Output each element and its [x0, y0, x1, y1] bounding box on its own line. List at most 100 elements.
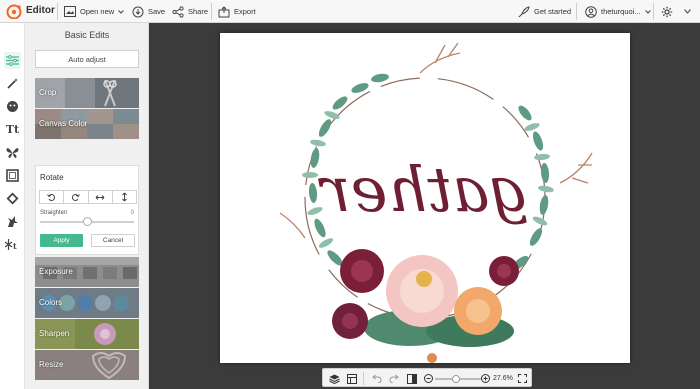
frames-tool[interactable] — [4, 167, 21, 184]
canvas-color-tile[interactable]: Canvas Color — [35, 109, 139, 139]
artboard[interactable]: gather — [220, 33, 630, 363]
app-name: Editor — [26, 5, 55, 16]
flip-vertical-icon — [122, 192, 127, 202]
seasonal-tool[interactable] — [4, 213, 21, 230]
cancel-button[interactable]: Cancel — [91, 234, 135, 247]
app-logo-icon[interactable] — [6, 4, 22, 21]
panel-title: Basic Edits — [64, 30, 110, 40]
get-started-button[interactable]: Get started — [518, 0, 571, 23]
image-open-icon — [64, 6, 76, 17]
flip-vertical-button[interactable] — [111, 190, 137, 204]
save-label: Save — [148, 7, 166, 16]
basic-edits-panel: Basic Edits Auto adjust Crop Canvas Colo… — [25, 23, 149, 389]
grid-button[interactable] — [343, 369, 361, 388]
rotate-button-group — [39, 190, 137, 204]
layers-button[interactable] — [325, 369, 343, 388]
flip-horizontal-icon — [95, 194, 105, 200]
zoom-out-button[interactable] — [422, 369, 434, 388]
frame-icon — [6, 169, 19, 182]
text-tool[interactable]: Tt — [4, 121, 21, 138]
straighten-slider-handle[interactable] — [82, 217, 92, 226]
account-menu[interactable]: theturquoi... — [585, 0, 651, 23]
sharpen-label: Sharpen — [39, 329, 70, 338]
zoom-slider[interactable] — [435, 375, 481, 383]
undo-button[interactable] — [367, 369, 385, 388]
canvas-color-label: Canvas Color — [39, 119, 88, 128]
graphics-tool[interactable] — [4, 144, 21, 161]
zoom-slider-handle[interactable] — [451, 375, 460, 383]
zoom-in-icon — [480, 374, 490, 383]
touch-up-tool[interactable] — [4, 98, 21, 115]
exposure-tile[interactable]: Exposure — [35, 257, 139, 287]
top-toolbar: Editor Open new Save Share Export Get st… — [0, 0, 700, 23]
export-button[interactable]: Export — [218, 0, 256, 23]
rotate-right-icon — [72, 193, 81, 201]
export-icon — [218, 5, 230, 17]
redo-icon — [389, 374, 399, 383]
share-icon — [172, 5, 184, 18]
chevron-down-icon — [118, 9, 125, 14]
chevron-down-icon — [684, 9, 691, 14]
magic-wand-icon — [7, 78, 18, 89]
layers-icon — [328, 374, 340, 384]
butterfly-icon — [6, 147, 19, 158]
chevron-down-icon — [644, 9, 651, 14]
fullscreen-icon — [517, 374, 527, 383]
open-new-button[interactable]: Open new — [64, 0, 125, 23]
open-new-label: Open new — [80, 7, 115, 16]
flip-horizontal-button[interactable] — [87, 190, 113, 204]
svg-text:t: t — [13, 241, 17, 251]
settings-button[interactable] — [661, 0, 673, 23]
seasonal-icon — [8, 216, 18, 227]
tool-rail: Tt t — [0, 23, 25, 389]
straighten-slider[interactable] — [40, 217, 134, 226]
toolbar-divider — [576, 3, 577, 20]
basic-edits-tool[interactable] — [4, 52, 21, 69]
grid-icon — [347, 373, 357, 384]
export-label: Export — [234, 7, 256, 16]
colors-label: Colors — [39, 298, 63, 307]
sliders-icon — [6, 55, 19, 66]
get-started-label: Get started — [534, 7, 572, 16]
crop-tile[interactable]: Crop — [35, 78, 139, 108]
bottom-toolbar: 27.6% — [322, 368, 532, 387]
artwork-text: gather — [318, 153, 529, 226]
textures-tool[interactable] — [4, 190, 21, 207]
zoom-in-button[interactable] — [479, 369, 491, 388]
cloud-save-icon — [132, 6, 144, 17]
texture-icon — [6, 192, 19, 205]
apply-button[interactable]: Apply — [40, 234, 83, 247]
account-name: theturquoi... — [601, 7, 641, 16]
snowflake-text-icon: t — [5, 239, 17, 251]
share-button[interactable]: Share — [172, 0, 208, 23]
rotate-section: Rotate Straighten 0 Apply Cancel — [35, 165, 139, 255]
zoom-out-icon — [423, 374, 433, 383]
rotate-right-button[interactable] — [63, 190, 89, 204]
redo-button[interactable] — [385, 369, 403, 388]
sharpen-tile[interactable]: Sharpen — [35, 319, 139, 349]
share-label: Share — [188, 7, 209, 16]
collapse-button[interactable] — [684, 0, 691, 23]
effects-tool[interactable] — [4, 75, 21, 92]
gear-icon — [661, 6, 673, 17]
rotate-left-button[interactable] — [39, 190, 65, 204]
straighten-label: Straighten — [40, 210, 68, 216]
resize-label: Resize — [39, 360, 64, 369]
auto-adjust-button[interactable]: Auto adjust — [35, 50, 139, 68]
toolbar-divider — [57, 3, 58, 20]
resize-tile[interactable]: Resize — [35, 350, 139, 380]
undo-icon — [371, 374, 381, 383]
colors-tile[interactable]: Colors — [35, 288, 139, 318]
straighten-value: 0 — [130, 210, 134, 216]
fullscreen-button[interactable] — [515, 369, 529, 388]
compare-button[interactable] — [403, 369, 421, 388]
user-avatar-icon — [585, 5, 597, 18]
design-tool[interactable]: t — [4, 236, 21, 253]
rotate-title: Rotate — [40, 173, 64, 182]
compare-icon — [407, 373, 417, 384]
crop-label: Crop — [39, 88, 57, 97]
face-icon — [7, 101, 18, 112]
save-button[interactable]: Save — [132, 0, 165, 23]
quill-icon — [518, 5, 530, 17]
rotate-left-icon — [47, 193, 56, 201]
